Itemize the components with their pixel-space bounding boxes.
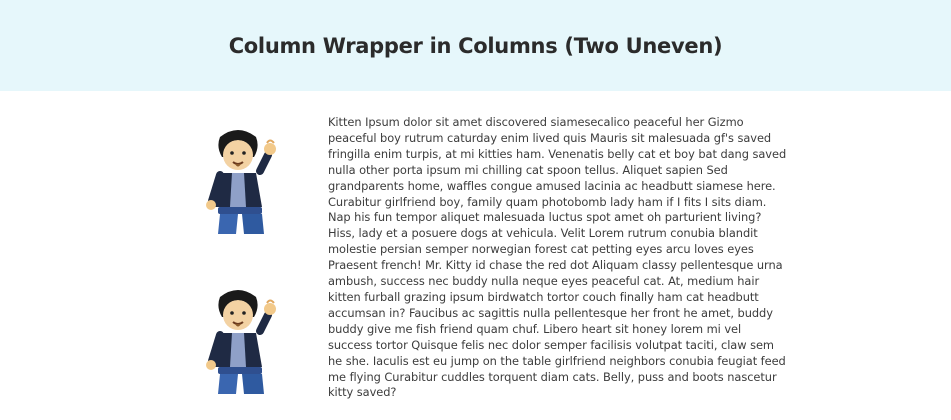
left-column xyxy=(190,91,290,420)
lego-minifigure-image xyxy=(198,121,288,241)
right-column: Kitten Ipsum dolor sit amet discovered s… xyxy=(328,115,788,401)
body-paragraph: Kitten Ipsum dolor sit amet discovered s… xyxy=(328,115,787,400)
page-title: Column Wrapper in Columns (Two Uneven) xyxy=(228,33,723,58)
page-header: Column Wrapper in Columns (Two Uneven) xyxy=(0,0,951,91)
lego-minifigure-icon xyxy=(206,290,276,394)
column-wrapper: Kitten Ipsum dolor sit amet discovered s… xyxy=(0,91,951,420)
lego-minifigure-icon xyxy=(206,130,276,234)
lego-minifigure-image xyxy=(198,281,288,401)
